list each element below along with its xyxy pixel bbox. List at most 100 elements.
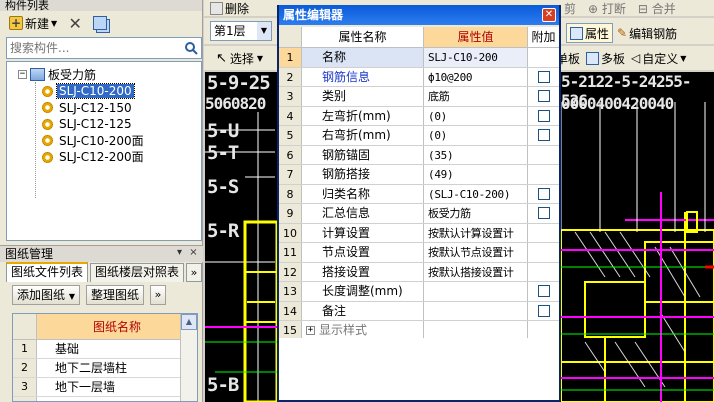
edit-rebar-button[interactable]: ✎ 编辑钢筋: [617, 25, 677, 42]
delete-button[interactable]: 删除: [210, 0, 249, 16]
property-attach: [528, 282, 559, 301]
table-row[interactable]: 4: [13, 397, 197, 401]
tree-items: SLJ-C10-200 SLJ-C12-150 SLJ-C12-125 SLJ-C10…: [42, 83, 146, 166]
floor-select[interactable]: 第1层 ▼: [210, 21, 272, 41]
pin-icon[interactable]: ▾: [174, 248, 185, 259]
property-row[interactable]: 13 长度调整(mm): [279, 282, 559, 302]
property-value[interactable]: 板受力筋: [424, 204, 528, 223]
multi-board-button[interactable]: 多板: [586, 50, 625, 67]
property-toolbar: 属性 ✎ 编辑钢筋: [566, 22, 714, 44]
more-button[interactable]: »: [150, 285, 167, 305]
tab-more-button[interactable]: »: [186, 263, 202, 282]
property-row[interactable]: 12 搭接设置 按默认搭接设置计: [279, 262, 559, 282]
scroll-up-icon[interactable]: ▲: [181, 314, 197, 330]
property-value[interactable]: SLJ-C10-200: [424, 48, 528, 67]
property-row[interactable]: 11 节点设置 按默认节点设置计: [279, 243, 559, 263]
dialog-title-bar[interactable]: 属性编辑器 ✕: [279, 5, 559, 25]
chevron-down-icon[interactable]: ▼: [257, 22, 271, 40]
drawings-panel-title: 图纸管理 ▾ ×: [0, 245, 203, 262]
cut-button[interactable]: 剪: [564, 0, 576, 16]
property-value[interactable]: [424, 301, 528, 320]
row-number: 12: [279, 262, 302, 281]
attach-checkbox[interactable]: [537, 109, 550, 122]
drawing-name: [37, 397, 197, 401]
property-value[interactable]: [424, 282, 528, 301]
row-number: 15: [279, 321, 302, 340]
tab-floor-mapping[interactable]: 图纸楼层对照表: [90, 263, 185, 282]
tab-drawing-files[interactable]: 图纸文件列表: [6, 262, 89, 282]
property-value[interactable]: ф10@200: [424, 67, 528, 86]
property-attach: [528, 263, 559, 282]
close-icon[interactable]: ✕: [542, 8, 556, 22]
attach-checkbox[interactable]: [537, 70, 550, 83]
property-row[interactable]: 6 钢筋锚固 (35): [279, 145, 559, 165]
tree-item[interactable]: SLJ-C12-125: [42, 116, 146, 133]
vertical-scrollbar[interactable]: ▲: [180, 314, 197, 401]
property-icon: [570, 26, 583, 40]
attach-checkbox[interactable]: [537, 187, 550, 200]
expand-icon[interactable]: +: [306, 325, 315, 335]
property-value[interactable]: (SLJ-C10-200): [424, 184, 528, 203]
close-icon[interactable]: ×: [188, 248, 199, 259]
merge-label: 合并: [651, 2, 676, 16]
property-table-header: 属性名称 属性值 附加: [279, 27, 559, 48]
property-name: 归类名称: [302, 184, 424, 203]
property-value[interactable]: (0): [424, 106, 528, 125]
tree-item[interactable]: SLJ-C10-200面: [42, 133, 146, 150]
delete-component-button[interactable]: ✕: [64, 13, 86, 33]
search-icon[interactable]: [181, 38, 201, 58]
property-value[interactable]: 按默认计算设置计: [424, 223, 528, 242]
table-row[interactable]: 1 基础: [13, 340, 197, 359]
property-value[interactable]: (49): [424, 165, 528, 184]
property-row[interactable]: 1 名称 SLJ-C10-200: [279, 48, 559, 68]
row-number: 9: [279, 204, 302, 223]
collapse-icon[interactable]: −: [18, 69, 27, 79]
property-row[interactable]: 3 类别 底筋: [279, 87, 559, 107]
tree-item[interactable]: SLJ-C10-200: [42, 83, 146, 100]
property-row[interactable]: 4 左弯折(mm) (0): [279, 106, 559, 126]
merge-button[interactable]: ⊟ 合并: [638, 0, 676, 16]
chevron-down-icon: ▼: [51, 18, 58, 28]
arrange-drawing-button[interactable]: 整理图纸: [86, 285, 145, 305]
add-drawing-button[interactable]: 添加图纸 ▼: [12, 285, 80, 305]
property-value[interactable]: (0): [424, 126, 528, 145]
row-number: 1: [13, 340, 37, 358]
select-button[interactable]: ↖ 选择 ▼: [216, 48, 263, 68]
table-row[interactable]: 2 地下二层墙柱: [13, 359, 197, 378]
rebar-icon: [42, 118, 53, 130]
tree-item[interactable]: SLJ-C12-200面: [42, 149, 146, 166]
new-icon: +: [9, 16, 23, 30]
attach-checkbox[interactable]: [537, 90, 550, 103]
tree-item[interactable]: SLJ-C12-150: [42, 100, 146, 117]
break-label: 打断: [601, 2, 626, 16]
tree-item-label: SLJ-C10-200: [56, 83, 135, 100]
search-input[interactable]: [7, 39, 181, 57]
tree-item-label: SLJ-C10-200面: [59, 133, 144, 148]
table-row[interactable]: 3 地下一层墙: [13, 378, 197, 397]
new-component-button[interactable]: + 新建 ▼: [6, 13, 60, 33]
break-button[interactable]: ⊕ 打断: [588, 0, 626, 16]
property-button[interactable]: 属性: [566, 23, 614, 43]
property-value[interactable]: (35): [424, 145, 528, 164]
copy-component-button[interactable]: [90, 13, 110, 33]
property-row[interactable]: 2 钢筋信息 ф10@200: [279, 67, 559, 87]
property-value[interactable]: 按默认搭接设置计: [424, 262, 528, 281]
property-row[interactable]: 14 备注: [279, 301, 559, 321]
drawing-toolbar: 添加图纸 ▼ 整理图纸 »: [12, 284, 167, 306]
property-value[interactable]: 底筋: [424, 87, 528, 106]
floor-value: 第1层: [214, 24, 246, 38]
attach-checkbox[interactable]: [537, 304, 550, 317]
attach-checkbox[interactable]: [537, 207, 550, 220]
rebar-icon: [42, 102, 53, 114]
tree-root[interactable]: − 板受力筋: [18, 66, 96, 82]
property-row[interactable]: 10 计算设置 按默认计算设置计: [279, 223, 559, 243]
attach-checkbox[interactable]: [537, 285, 550, 298]
attach-checkbox[interactable]: [537, 129, 550, 142]
property-value[interactable]: 按默认节点设置计: [424, 243, 528, 262]
axis-label-r: 5-R: [207, 220, 239, 242]
property-row[interactable]: 8 归类名称 (SLJ-C10-200): [279, 184, 559, 204]
property-row[interactable]: 9 汇总信息 板受力筋: [279, 204, 559, 224]
property-row[interactable]: 5 右弯折(mm) (0): [279, 126, 559, 146]
property-row[interactable]: 7 钢筋搭接 (49): [279, 165, 559, 185]
custom-button[interactable]: ◁ 自定义 ▼: [631, 50, 686, 67]
